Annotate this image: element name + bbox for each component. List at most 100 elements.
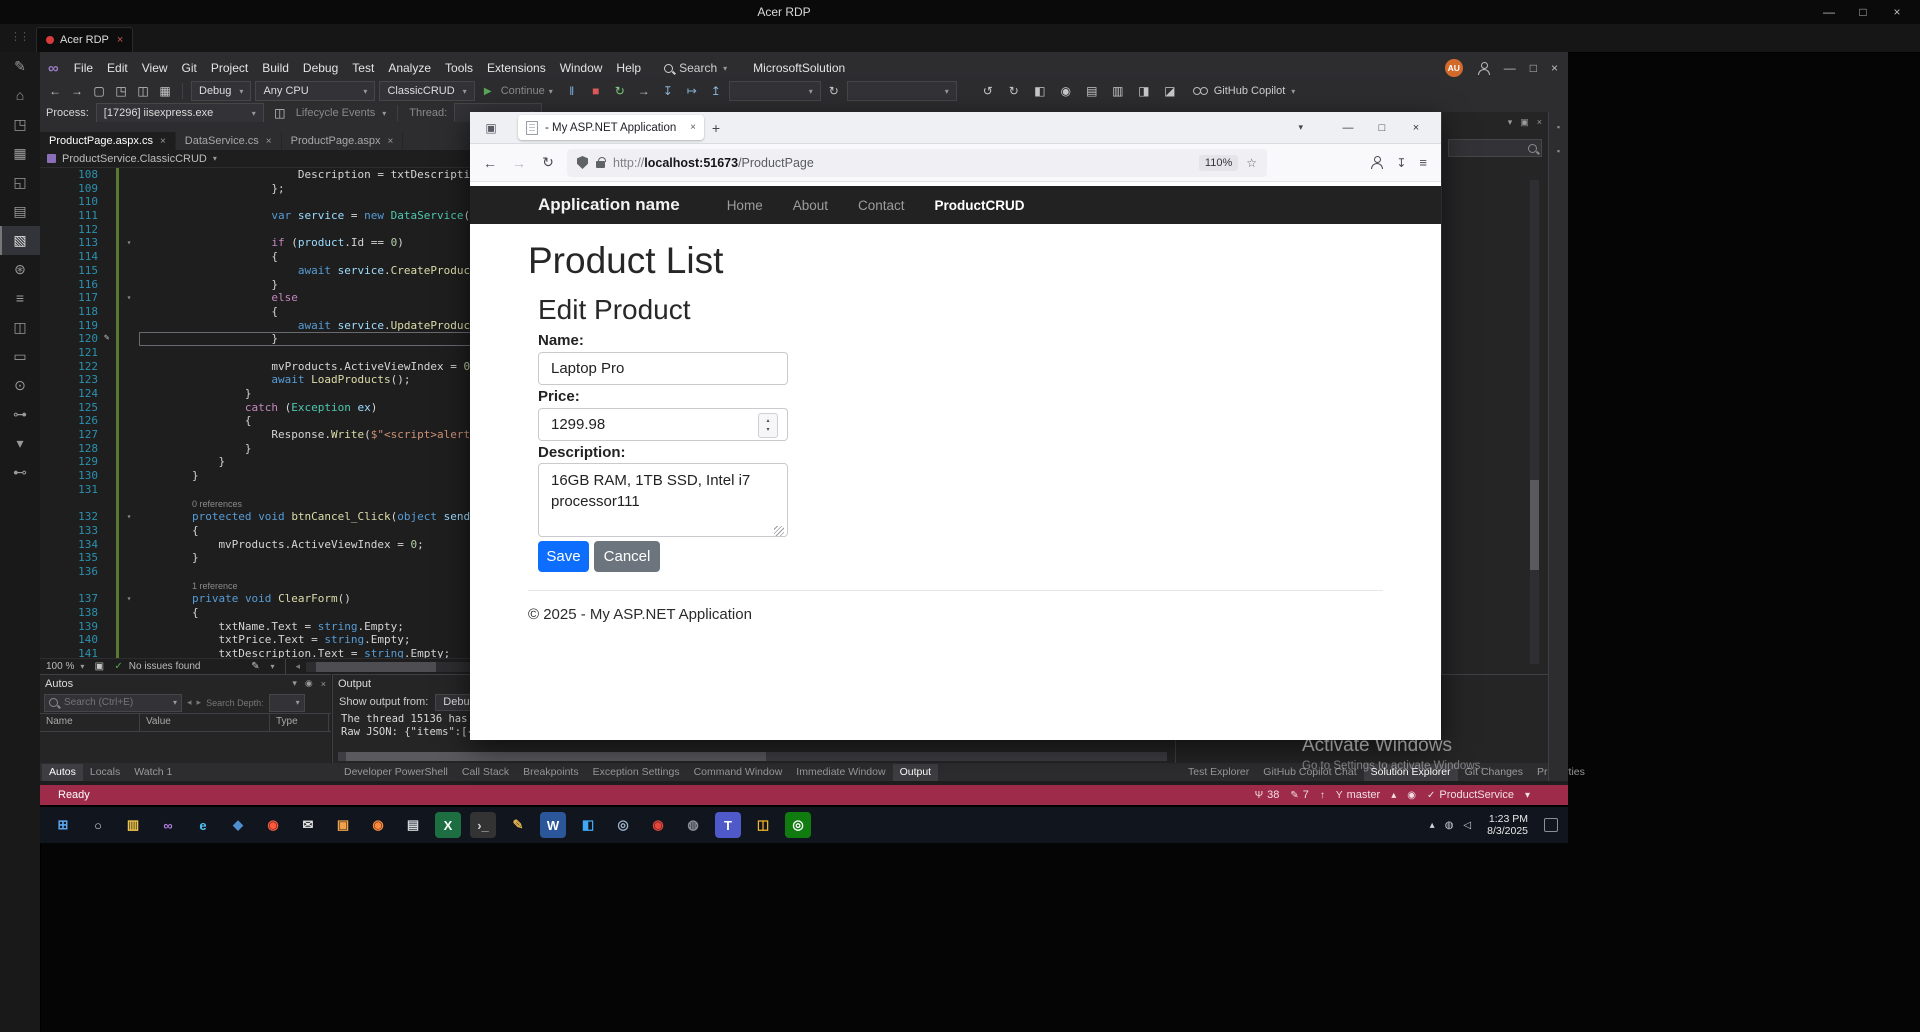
search-back-icon[interactable]: ◂ [187,697,192,708]
fold-chevron-icon[interactable]: ▾ [119,236,139,250]
line-number[interactable]: 113 [40,236,108,250]
document-tab-ProductPage.aspx[interactable]: ProductPage.aspx × [281,132,404,150]
close-tab-icon[interactable]: × [388,136,394,147]
debug-target-dropdown[interactable]: ▾ [728,81,821,101]
toolbar-dropdown[interactable]: ▾ [846,81,957,101]
undo-icon[interactable]: ↺ [979,84,997,98]
asterisk-icon[interactable]: ⊛ [0,255,40,284]
menu-help[interactable]: Help [609,56,648,80]
line-number[interactable]: 130 [40,469,108,483]
name-field[interactable] [538,352,788,385]
back-button[interactable]: ← [480,155,500,171]
menu-analyze[interactable]: Analyze [381,56,438,80]
configuration-dropdown[interactable]: Debug ▾ [191,81,252,101]
cancel-button[interactable]: Cancel [594,541,660,572]
taskbar-clock[interactable]: 1:23 PM 8/3/2025 [1487,813,1528,837]
line-number[interactable]: 116 [40,278,108,292]
taskbar-folder[interactable]: ▣ [330,812,356,838]
menu-git[interactable]: Git [175,56,204,80]
rdp-close-button[interactable]: × [1880,5,1914,19]
line-number[interactable]: 131 [40,483,108,497]
menu-tools[interactable]: Tools [438,56,480,80]
line-number[interactable]: 114 [40,250,108,264]
menu-window[interactable]: Window [553,56,610,80]
line-number[interactable]: 134 [40,538,108,552]
panel-tab-output[interactable]: Output [892,763,939,781]
layout-icon[interactable]: ◨ [1135,84,1153,98]
watch-icon[interactable]: ◉ [1057,84,1075,98]
connections-icon[interactable]: ⊷ [0,458,40,487]
taskbar-mail[interactable]: ✉ [295,812,321,838]
panel-tab-command-window[interactable]: Command Window [687,764,790,781]
line-number[interactable]: 119 [40,319,108,333]
line-number[interactable]: 132 [40,510,108,524]
tools-icon[interactable]: ⊶ [0,400,40,429]
stop-icon[interactable]: ■ [587,84,605,98]
pin-icon[interactable]: ◉ [305,678,313,689]
edits-status-item[interactable]: ✎ 7 [1290,789,1309,801]
line-number[interactable]: 137 [40,592,108,606]
line-number[interactable]: 127 [40,428,108,442]
rdp-session-tab[interactable]: Acer RDP × [36,27,134,52]
git-branch-status-item[interactable]: Ymaster [1336,789,1380,801]
line-number[interactable]: 110 [40,195,108,209]
user-avatar[interactable]: AU [1444,59,1463,77]
firefox-view-icon[interactable]: ▣ [478,121,504,135]
menu-view[interactable]: View [135,56,175,80]
startup-project-dropdown[interactable]: ClassicCRUD ▾ [379,81,475,101]
taskbar-chrome[interactable]: ◉ [645,812,671,838]
find-icon[interactable]: ◧ [1031,84,1049,98]
notifications-status-item[interactable]: ◉ [1407,790,1416,801]
line-number[interactable]: 140 [40,633,108,647]
fold-chevron-icon[interactable]: ▾ [119,291,139,305]
panel-tab-watch-1[interactable]: Watch 1 [127,764,179,781]
panel-tab-developer-powershell[interactable]: Developer PowerShell [337,764,455,781]
taskbar-visual-studio[interactable]: ∞ [155,812,181,838]
textarea-resize-grip[interactable] [774,526,784,536]
issues-indicator[interactable]: No issues found [129,661,201,672]
taskbar-edge[interactable]: e [190,812,216,838]
line-number[interactable]: 135 [40,551,108,565]
nav-link-productcrud[interactable]: ProductCRUD [920,198,1040,213]
taskbar-notepad[interactable]: ▤ [400,812,426,838]
taskbar-steam[interactable]: ◎ [610,812,636,838]
github-copilot-button[interactable]: GitHub Copilot ▾ [1192,85,1295,97]
taskbar-firefox-developer[interactable]: ◉ [260,812,286,838]
search-forward-icon[interactable]: ▸ [197,697,202,708]
line-number[interactable] [40,579,108,593]
line-number[interactable]: 117 [40,291,108,305]
column-header-name[interactable]: Name [40,714,140,731]
nav-link-home[interactable]: Home [712,198,778,213]
panel-tab-git-changes[interactable]: Git Changes [1458,764,1530,781]
reload-button[interactable]: ↻ [538,154,558,171]
taskbar-file-explorer[interactable]: ▥ [120,812,146,838]
line-number[interactable]: 141 [40,647,108,658]
redo-icon[interactable]: ↻ [1005,84,1023,98]
line-number[interactable]: 118 [40,305,108,319]
line-number[interactable]: 108 [40,168,108,182]
settings-gear-icon[interactable]: ⊙ [0,371,40,400]
lifecycle-events-button[interactable]: Lifecycle Events [296,107,375,119]
fold-chevron-icon[interactable]: ▾ [119,510,139,524]
code-cleanup-icon[interactable]: ✎ [246,661,264,672]
close-panel-icon[interactable]: × [321,679,326,689]
forward-icon[interactable]: → [68,84,86,98]
panel-tab-test-explorer[interactable]: Test Explorer [1181,764,1256,781]
line-number[interactable]: 139 [40,620,108,634]
price-field[interactable] [538,408,788,441]
menu-project[interactable]: Project [204,56,255,80]
line-number[interactable]: 121 [40,346,108,360]
vs-search-control[interactable]: Search ▾ [664,61,727,75]
vs-close-button[interactable]: × [1551,61,1558,75]
caret-down-status-item[interactable]: ▾ [1525,790,1530,801]
step-over-icon[interactable]: ↦ [683,84,701,98]
taskbar-word[interactable]: W [540,812,566,838]
taskbar-obs[interactable]: ◍ [680,812,706,838]
close-panel-icon[interactable]: × [1537,117,1542,128]
line-number[interactable]: 133 [40,524,108,538]
line-number[interactable]: 129 [40,455,108,469]
edit-pencil-icon[interactable]: ✎ [0,52,40,81]
line-number[interactable]: 112 [40,223,108,237]
taskbar-paint[interactable]: ✎ [505,812,531,838]
network-icon[interactable]: ◍ [1445,820,1454,831]
